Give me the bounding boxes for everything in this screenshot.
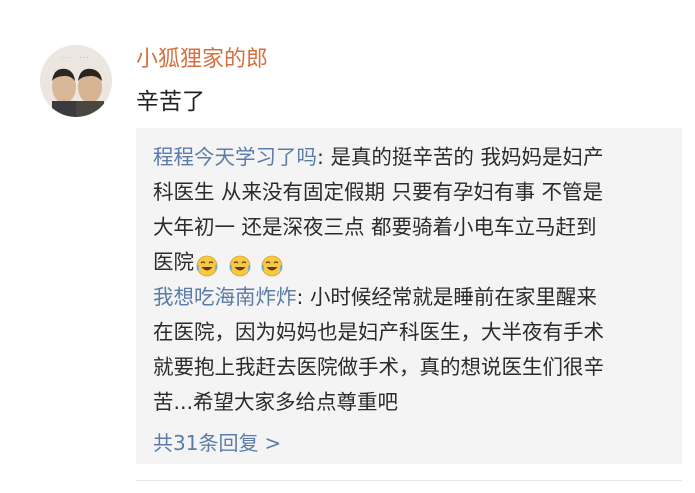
avatar-two-people-photo-icon: · · · · · · <box>40 45 112 117</box>
reply-line: 程程今天学习了吗: 是真的挺辛苦的 我妈妈是妇产 <box>153 140 603 175</box>
reply-item[interactable]: 程程今天学习了吗: 是真的挺辛苦的 我妈妈是妇产 科医生 从来没有固定假期 只要… <box>153 140 603 280</box>
reply-line: 苦...希望大家多给点尊重吧 <box>153 390 399 414</box>
reply-line: 就要抱上我赶去医院做手术，真的想说医生们很辛 <box>153 355 604 379</box>
chevron-right-icon: > <box>264 431 282 455</box>
reply-text: 小时候经常就是睡前在家里醒来 <box>309 285 597 309</box>
reply-line: 科医生 从来没有固定假期 只要有孕妇有事 不管是 <box>153 180 604 204</box>
replies-panel: 程程今天学习了吗: 是真的挺辛苦的 我妈妈是妇产 科医生 从来没有固定假期 只要… <box>136 128 682 464</box>
reply-line: 我想吃海南炸炸: 小时候经常就是睡前在家里醒来 <box>153 280 604 315</box>
laugh-cry-icon <box>229 255 250 277</box>
reply-line: 在医院，因为妈妈也是妇产科医生，大半夜有手术 <box>153 320 604 344</box>
comment-text: 辛苦了 <box>136 89 205 115</box>
reply-separator: : <box>296 285 310 309</box>
comment-author-name[interactable]: 小狐狸家的郎 <box>136 44 268 76</box>
laugh-cry-icon <box>261 255 283 277</box>
reply-author-name[interactable]: 程程今天学习了吗 <box>153 145 317 169</box>
svg-text:· · ·: · · · <box>80 55 88 61</box>
reply-count-label: 共31条回复 <box>153 431 259 455</box>
reply-line: 大年初一 还是深夜三点 都要骑着小电车立马赶到 <box>153 215 597 239</box>
svg-text:· · ·: · · · <box>62 55 70 61</box>
reply-separator: : <box>317 145 331 169</box>
divider <box>136 480 682 481</box>
reply-text: 医院 <box>153 250 194 274</box>
reply-author-name[interactable]: 我想吃海南炸炸 <box>153 285 297 309</box>
view-all-replies-link[interactable]: 共31条回复 > <box>153 428 281 458</box>
user-avatar[interactable]: · · · · · · <box>40 45 112 117</box>
reply-text: 是真的挺辛苦的 我妈妈是妇产 <box>330 145 604 169</box>
reply-item[interactable]: 我想吃海南炸炸: 小时候经常就是睡前在家里醒来 在医院，因为妈妈也是妇产科医生，… <box>153 280 604 420</box>
laugh-cry-icon <box>196 255 218 277</box>
reply-line: 医院 <box>153 245 603 280</box>
emoji-group <box>196 248 287 283</box>
comment-card: · · · · · · 小狐狸家的郎 辛苦了 程程今天学习了吗: 是真的挺辛苦的… <box>0 0 695 493</box>
